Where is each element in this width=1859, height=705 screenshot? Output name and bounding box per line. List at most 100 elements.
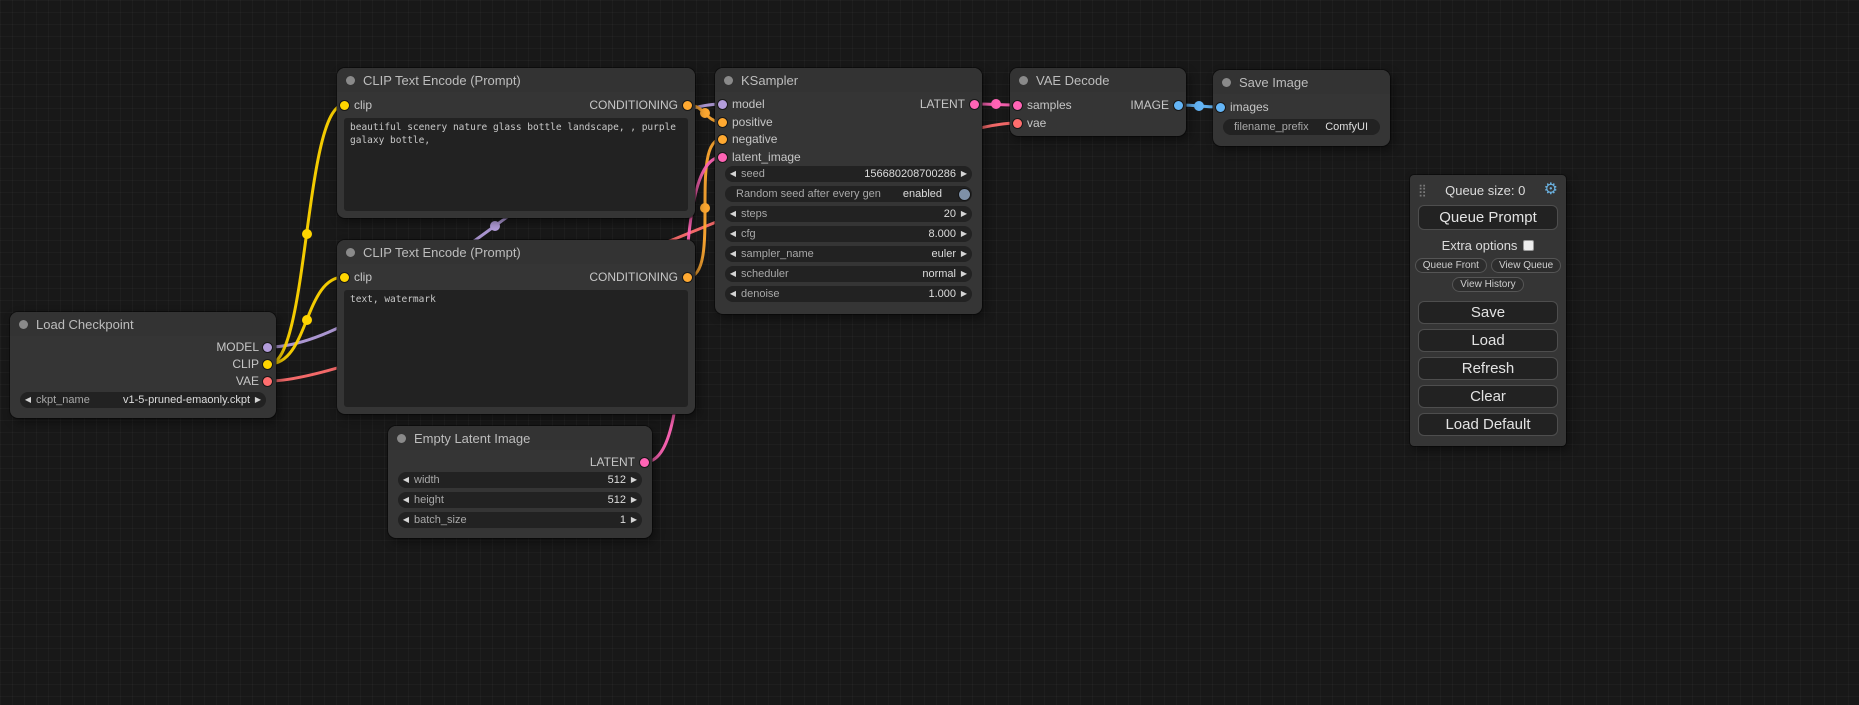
- widget-value: ComfyUI: [1325, 121, 1380, 133]
- save-button[interactable]: Save: [1418, 301, 1558, 324]
- output-label-latent: LATENT: [590, 455, 635, 469]
- stepper-left-icon[interactable]: ◀: [725, 246, 741, 262]
- cfg-widget[interactable]: ◀ cfg 8.000 ▶: [725, 226, 972, 242]
- widget-label: seed: [741, 168, 765, 180]
- stepper-right-icon[interactable]: ▶: [250, 392, 266, 408]
- node-title-bar[interactable]: Save Image: [1213, 70, 1390, 94]
- input-port-vae[interactable]: [1013, 119, 1022, 128]
- view-history-button[interactable]: View History: [1452, 277, 1523, 292]
- node-title-bar[interactable]: Empty Latent Image: [388, 426, 652, 450]
- width-widget[interactable]: ◀ width 512 ▶: [398, 472, 642, 488]
- node-title-bar[interactable]: CLIP Text Encode (Prompt): [337, 240, 695, 264]
- stepper-left-icon[interactable]: ◀: [725, 286, 741, 302]
- stepper-right-icon[interactable]: ▶: [956, 286, 972, 302]
- stepper-right-icon[interactable]: ▶: [956, 166, 972, 182]
- collapse-dot-icon[interactable]: [724, 76, 733, 85]
- collapse-dot-icon[interactable]: [1019, 76, 1028, 85]
- link-dot: [701, 109, 710, 118]
- refresh-button[interactable]: Refresh: [1418, 357, 1558, 380]
- input-port-positive[interactable]: [718, 118, 727, 127]
- node-load-checkpoint[interactable]: Load Checkpoint MODEL CLIP VAE ◀ ckpt_na…: [10, 312, 276, 418]
- node-title-bar[interactable]: KSampler: [715, 68, 982, 92]
- widget-value: normal: [922, 268, 956, 280]
- queue-size-label: Queue size: 0: [1445, 183, 1525, 198]
- input-port-latent-image[interactable]: [718, 153, 727, 162]
- node-title-bar[interactable]: Load Checkpoint: [10, 312, 276, 336]
- sampler-name-widget[interactable]: ◀ sampler_name euler ▶: [725, 246, 972, 262]
- queue-prompt-button[interactable]: Queue Prompt: [1418, 205, 1558, 230]
- stepper-right-icon[interactable]: ▶: [626, 472, 642, 488]
- queue-front-button[interactable]: Queue Front: [1415, 258, 1487, 273]
- stepper-left-icon[interactable]: ◀: [398, 512, 414, 528]
- stepper-left-icon[interactable]: ◀: [398, 492, 414, 508]
- input-port-samples[interactable]: [1013, 101, 1022, 110]
- negative-prompt-textarea[interactable]: text, watermark: [344, 290, 688, 407]
- collapse-dot-icon[interactable]: [19, 320, 28, 329]
- node-empty-latent-image[interactable]: Empty Latent Image LATENT ◀ width 512 ▶ …: [388, 426, 652, 538]
- input-port-negative[interactable]: [718, 135, 727, 144]
- stepper-left-icon[interactable]: ◀: [725, 266, 741, 282]
- toggle-knob-icon[interactable]: [959, 189, 970, 200]
- load-default-button[interactable]: Load Default: [1418, 413, 1558, 436]
- steps-widget[interactable]: ◀ steps 20 ▶: [725, 206, 972, 222]
- stepper-left-icon[interactable]: ◀: [725, 166, 741, 182]
- input-port-clip[interactable]: [340, 273, 349, 282]
- output-port-image[interactable]: [1174, 101, 1183, 110]
- link-dot: [303, 316, 312, 325]
- clear-button[interactable]: Clear: [1418, 385, 1558, 408]
- output-port-latent[interactable]: [970, 100, 979, 109]
- input-port-model[interactable]: [718, 100, 727, 109]
- widget-label: sampler_name: [741, 248, 814, 260]
- stepper-left-icon[interactable]: ◀: [725, 206, 741, 222]
- stepper-right-icon[interactable]: ▶: [626, 492, 642, 508]
- scheduler-widget[interactable]: ◀ scheduler normal ▶: [725, 266, 972, 282]
- batch-size-widget[interactable]: ◀ batch_size 1 ▶: [398, 512, 642, 528]
- node-save-image[interactable]: Save Image images filename_prefix ComfyU…: [1213, 70, 1390, 146]
- link-dot: [303, 230, 312, 239]
- comfyui-canvas[interactable]: { "colors": { "model": "#b39ddb", "clip"…: [0, 0, 1859, 705]
- seed-widget[interactable]: ◀ seed 156680208700286 ▶: [725, 166, 972, 182]
- widget-label: width: [414, 474, 440, 486]
- input-port-clip[interactable]: [340, 101, 349, 110]
- stepper-right-icon[interactable]: ▶: [956, 226, 972, 242]
- output-port-conditioning[interactable]: [683, 101, 692, 110]
- stepper-right-icon[interactable]: ▶: [626, 512, 642, 528]
- stepper-right-icon[interactable]: ▶: [956, 206, 972, 222]
- node-title-bar[interactable]: VAE Decode: [1010, 68, 1186, 92]
- input-port-images[interactable]: [1216, 103, 1225, 112]
- collapse-dot-icon[interactable]: [397, 434, 406, 443]
- collapse-dot-icon[interactable]: [346, 76, 355, 85]
- node-clip-text-encode-negative[interactable]: CLIP Text Encode (Prompt) clip CONDITION…: [337, 240, 695, 414]
- output-label-vae: VAE: [236, 374, 259, 388]
- output-port-model[interactable]: [263, 343, 272, 352]
- drag-handle-icon[interactable]: ⣿: [1418, 184, 1427, 196]
- ckpt-name-widget[interactable]: ◀ ckpt_name v1-5-pruned-emaonly.ckpt ▶: [20, 392, 266, 408]
- input-label-latent-image: latent_image: [732, 150, 801, 164]
- stepper-left-icon[interactable]: ◀: [20, 392, 36, 408]
- random-seed-toggle-widget[interactable]: Random seed after every gen enabled: [725, 186, 972, 202]
- stepper-left-icon[interactable]: ◀: [725, 226, 741, 242]
- filename-prefix-widget[interactable]: filename_prefix ComfyUI: [1223, 119, 1380, 135]
- extra-options-label: Extra options: [1442, 238, 1518, 253]
- view-queue-button[interactable]: View Queue: [1491, 258, 1561, 273]
- collapse-dot-icon[interactable]: [1222, 78, 1231, 87]
- node-title-bar[interactable]: CLIP Text Encode (Prompt): [337, 68, 695, 92]
- positive-prompt-textarea[interactable]: beautiful scenery nature glass bottle la…: [344, 118, 688, 211]
- node-clip-text-encode-positive[interactable]: CLIP Text Encode (Prompt) clip CONDITION…: [337, 68, 695, 218]
- settings-gear-icon[interactable]: ⚙: [1544, 182, 1558, 198]
- stepper-left-icon[interactable]: ◀: [398, 472, 414, 488]
- output-port-vae[interactable]: [263, 377, 272, 386]
- output-label-model: MODEL: [216, 340, 259, 354]
- height-widget[interactable]: ◀ height 512 ▶: [398, 492, 642, 508]
- collapse-dot-icon[interactable]: [346, 248, 355, 257]
- stepper-right-icon[interactable]: ▶: [956, 266, 972, 282]
- node-vae-decode[interactable]: VAE Decode samples vae IMAGE: [1010, 68, 1186, 136]
- extra-options-checkbox[interactable]: [1523, 240, 1534, 251]
- load-button[interactable]: Load: [1418, 329, 1558, 352]
- denoise-widget[interactable]: ◀ denoise 1.000 ▶: [725, 286, 972, 302]
- output-port-conditioning[interactable]: [683, 273, 692, 282]
- node-ksampler[interactable]: KSampler model positive negative latent_…: [715, 68, 982, 314]
- output-port-clip[interactable]: [263, 360, 272, 369]
- output-port-latent[interactable]: [640, 458, 649, 467]
- stepper-right-icon[interactable]: ▶: [956, 246, 972, 262]
